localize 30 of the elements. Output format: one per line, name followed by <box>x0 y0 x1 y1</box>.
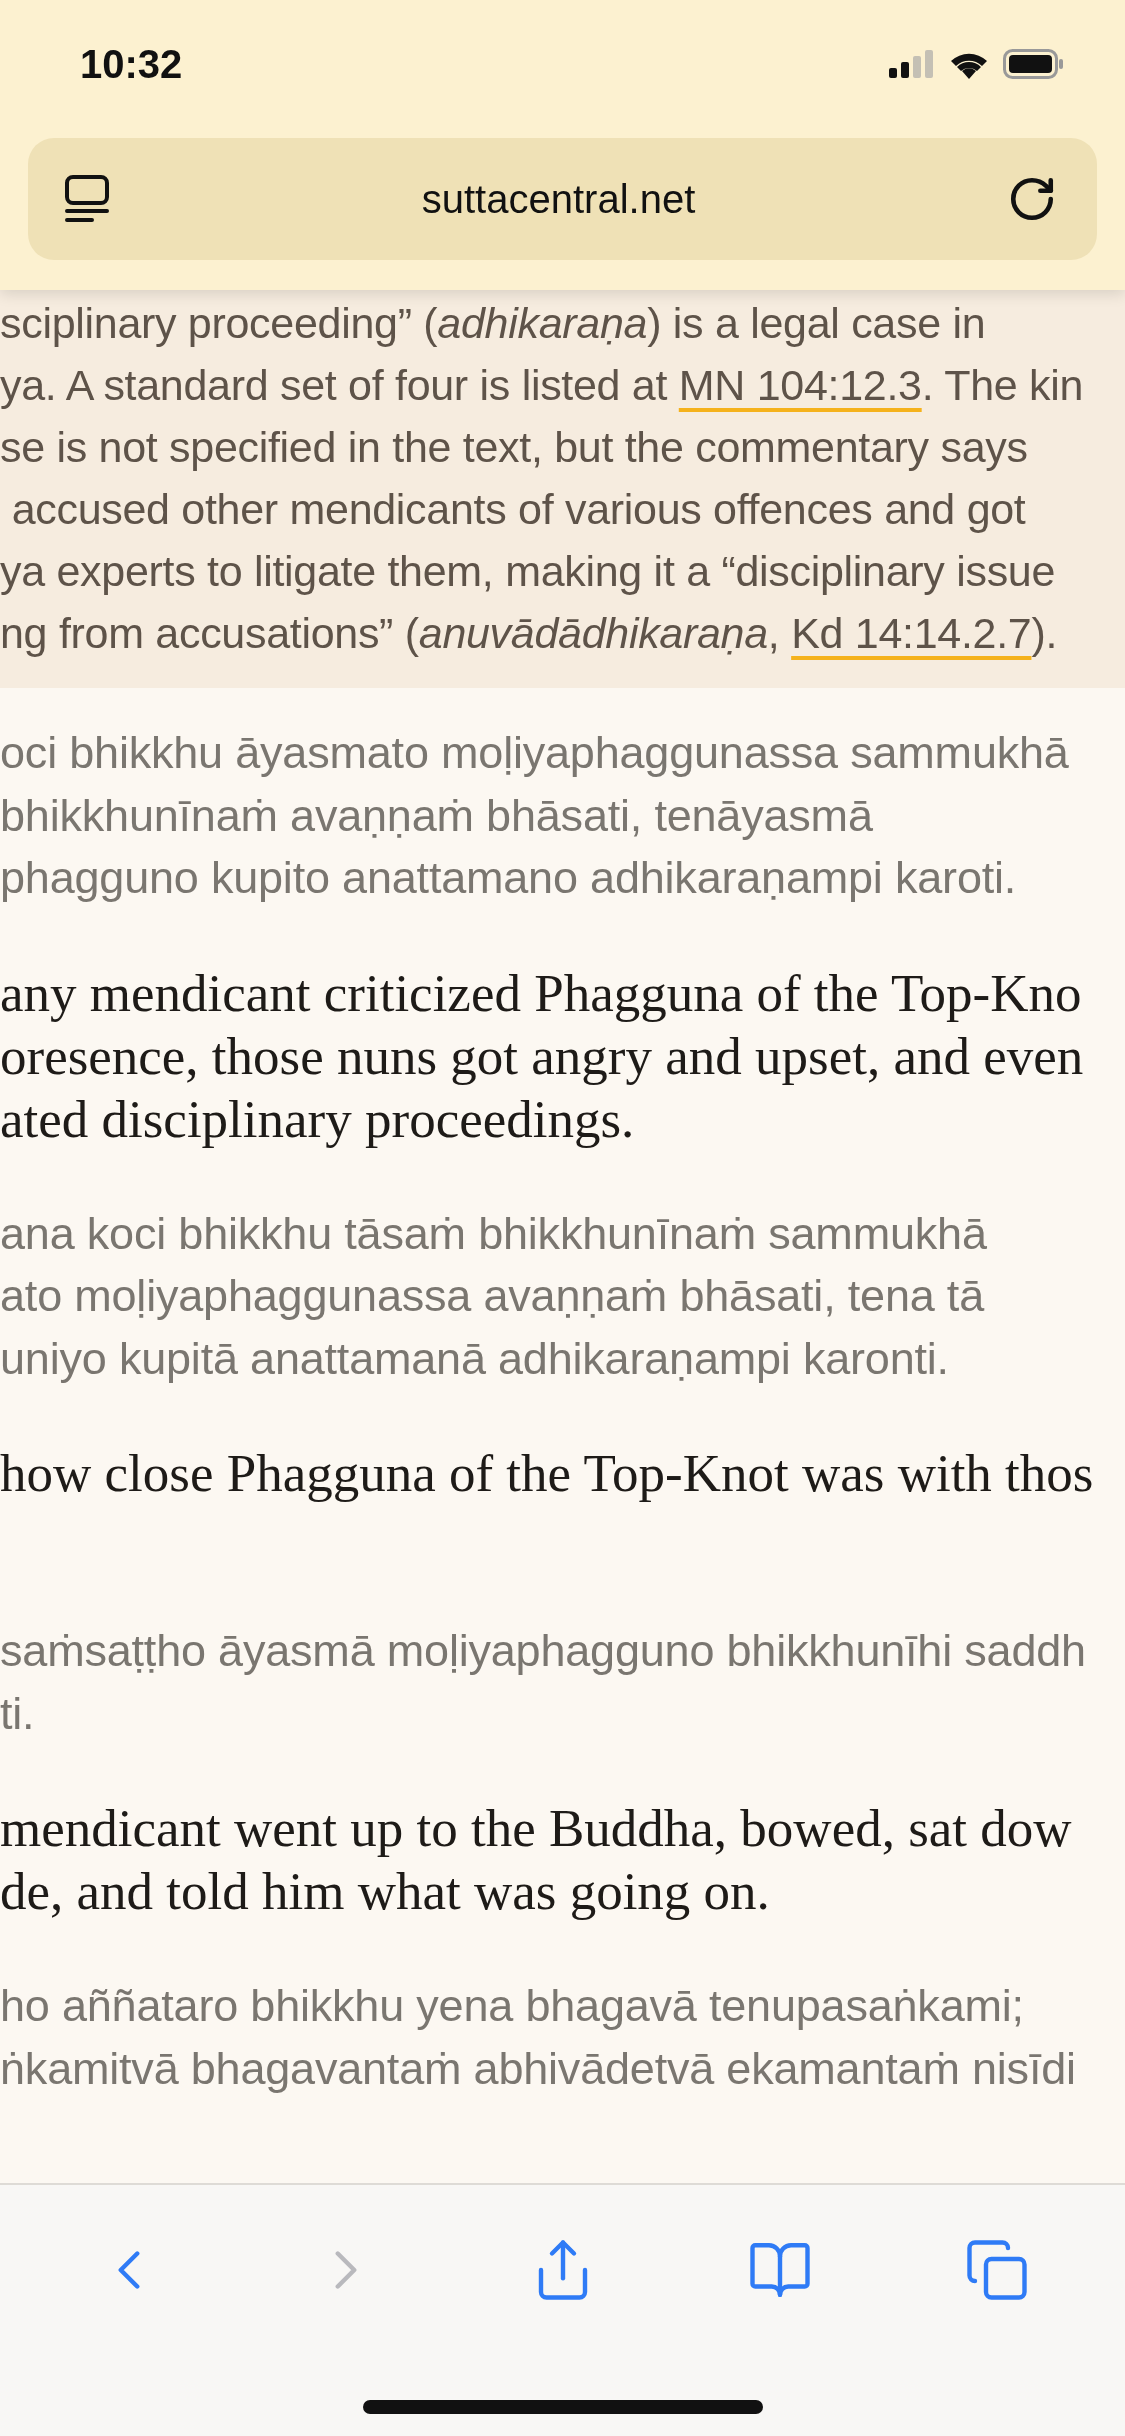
translation-line: mendicant went up to the Buddha, bowed, sat dow <box>0 1798 1073 1859</box>
url-text: suttacentral.net <box>421 176 696 222</box>
pali-line: phagguno kupito anattamano adhikaraṇampi karoti. <box>0 851 1018 905</box>
note-line: accused other mendicants of various offences and got <box>10 484 1027 535</box>
translation-line: de, and told him what was going on. <box>0 1861 771 1922</box>
pali-line: ṅkamitvā bhagavantaṁ abhivādetvā ekamantaṁ nisīdi <box>0 2041 1077 2096</box>
reader-icon[interactable] <box>64 174 110 224</box>
pali-line: ti. <box>0 1686 36 1741</box>
status-time: 10:32 <box>80 41 183 87</box>
reference-link[interactable]: Kd 14:14.2.7 <box>791 609 1032 657</box>
note-line: se is not specified in the text, but the commentary says <box>0 422 1029 473</box>
note-line: sciplinary proceeding” (adhikaraṇa) is a legal case in <box>0 298 987 349</box>
translation-line: any mendicant criticized Phagguna of the Top-Kno <box>0 962 1083 1024</box>
reference-link[interactable]: MN 104:12.3 <box>678 361 922 409</box>
battery-icon <box>1003 49 1065 79</box>
translation-line: ated disciplinary proceedings. <box>0 1088 636 1150</box>
pali-line: oci bhikkhu āyasmato moḷiyaphaggunassa sammukhā <box>0 726 1070 780</box>
note-line: ya. A standard set of four is listed at MN 104:12.3. The kin <box>0 360 1085 411</box>
translation-line: oresence, those nuns got angry and upset, and even <box>0 1025 1085 1087</box>
pali-line: ho aññataro bhikkhu yena bhagavā tenupasaṅkami; <box>0 1979 1025 2033</box>
signal-icon <box>889 50 935 78</box>
translation-line: how close Phagguna of the Top-Knot was with thos <box>0 1443 1095 1504</box>
note-line: ya experts to litigate them, making it a “disciplinary issue <box>0 546 1057 597</box>
pali-line: uniyo kupitā anattamanā adhikaraṇampi karonti. <box>0 1331 950 1386</box>
pali-line: ana koci bhikkhu tāsaṁ bhikkhunīnaṁ sammukhā <box>0 1206 988 1261</box>
pali-line: saṁsaṭṭho āyasmā moḷiyaphagguno bhikkhunīhi saddh <box>0 1624 1087 1678</box>
pali-line: bhikkhunīnaṁ avaṇṇaṁ bhāsati, tenāyasmā <box>0 788 874 843</box>
note-line: ng from accusations” (anuvādādhikaraṇa, Kd 14:14.2.7). <box>0 608 1059 659</box>
pali-line: ato moḷiyaphaggunassa avaṇṇaṁ bhāsati, tena tā <box>0 1269 986 1323</box>
address-bar[interactable]: suttacentral.net <box>28 138 1097 260</box>
